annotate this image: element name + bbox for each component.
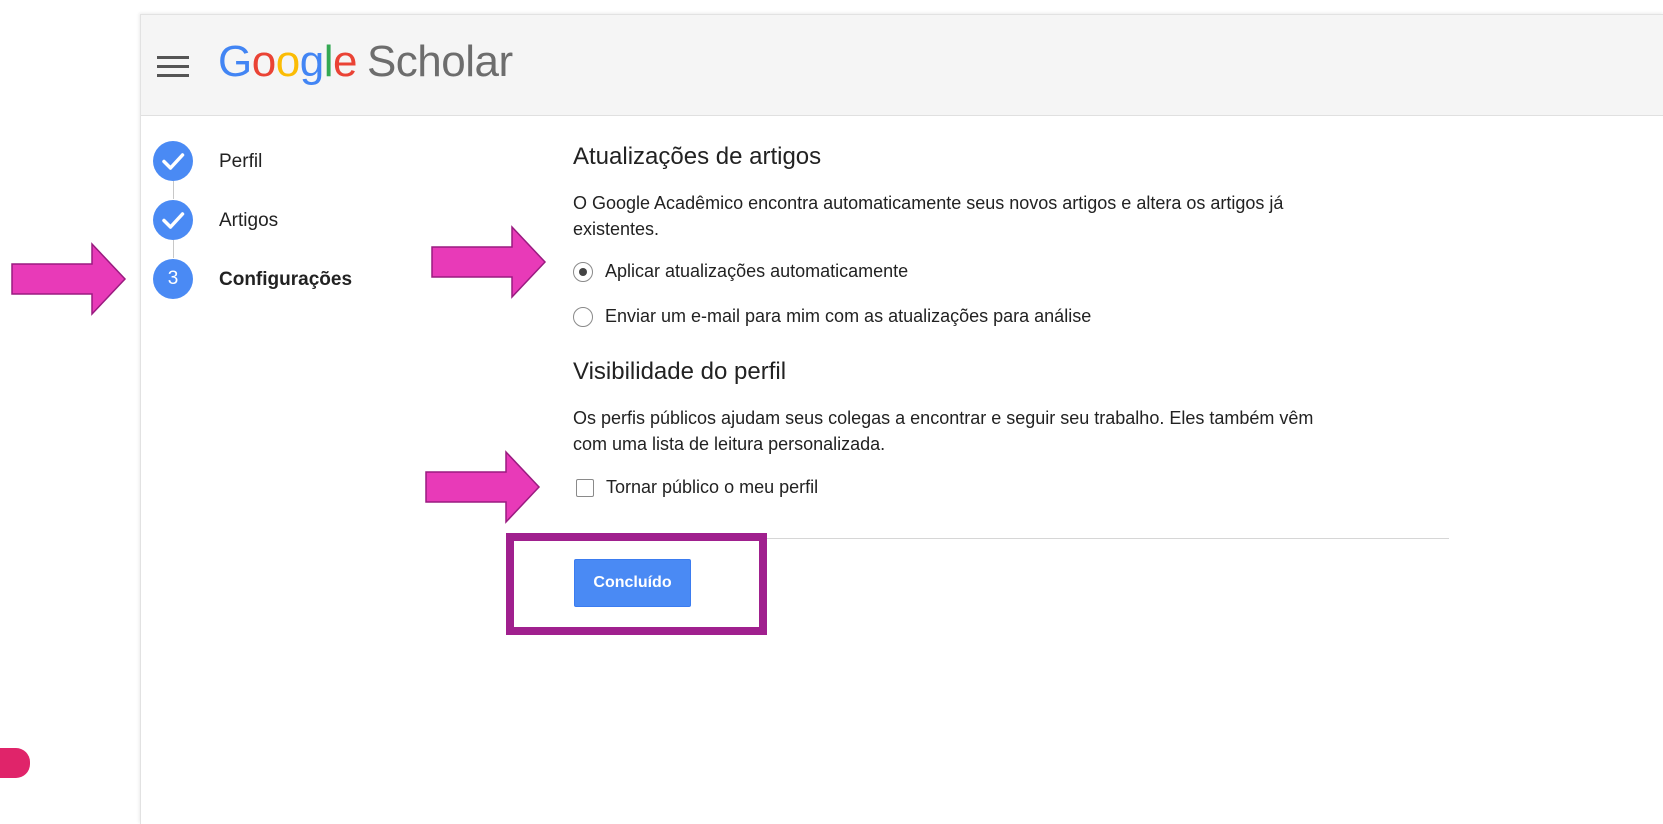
annotation-highlight-box xyxy=(506,533,767,635)
step-configuracoes[interactable]: 3 Configurações xyxy=(153,259,413,301)
step-artigos[interactable]: Artigos xyxy=(153,200,413,242)
annotation-arrow-icon xyxy=(425,450,541,524)
checkmark-icon xyxy=(153,200,193,240)
step-connector xyxy=(173,181,174,199)
annotation-arrow-icon xyxy=(431,225,547,299)
step-label: Artigos xyxy=(219,210,279,231)
annotation-arrow-icon xyxy=(11,242,127,316)
product-name: Scholar xyxy=(366,37,513,86)
checkbox[interactable] xyxy=(576,478,594,497)
profile-visibility-description-line2: com uma lista de leitura personalizada. xyxy=(573,434,886,454)
header-bar: Google Scholar xyxy=(141,15,1663,116)
google-scholar-logo[interactable]: Google Scholar xyxy=(218,36,513,88)
radio-label: Enviar um e-mail para mim com as atualiz… xyxy=(605,306,1092,326)
article-updates-title: Atualizações de artigos xyxy=(573,143,822,170)
step-label: Configurações xyxy=(219,269,353,290)
step-number: 3 xyxy=(153,259,193,299)
hamburger-menu-icon[interactable] xyxy=(157,56,189,78)
article-updates-description-line2: existentes. xyxy=(573,219,660,239)
profile-visibility-title: Visibilidade do perfil xyxy=(573,358,787,385)
radio-label: Aplicar atualizações automaticamente xyxy=(605,261,909,281)
radio-button-checked[interactable] xyxy=(573,261,593,282)
step-label: Perfil xyxy=(219,151,263,172)
radio-button[interactable] xyxy=(573,306,593,327)
make-profile-public-option[interactable]: Tornar público o meu perfil xyxy=(576,477,818,498)
radio-apply-automatically[interactable]: Aplicar atualizações automaticamente xyxy=(573,261,908,282)
step-connector xyxy=(173,240,174,258)
radio-email-updates[interactable]: Enviar um e-mail para mim com as atualiz… xyxy=(573,306,1091,327)
checkmark-icon xyxy=(153,141,193,181)
step-perfil[interactable]: Perfil xyxy=(153,141,413,183)
scholar-window: Google Scholar Perfil Artigos 3 Configura… xyxy=(140,14,1663,824)
decorative-corner-shape xyxy=(0,748,30,778)
checkbox-label: Tornar público o meu perfil xyxy=(606,477,819,497)
article-updates-description-line1: O Google Acadêmico encontra automaticame… xyxy=(573,193,1284,213)
profile-visibility-description-line1: Os perfis públicos ajudam seus colegas a… xyxy=(573,408,1314,428)
